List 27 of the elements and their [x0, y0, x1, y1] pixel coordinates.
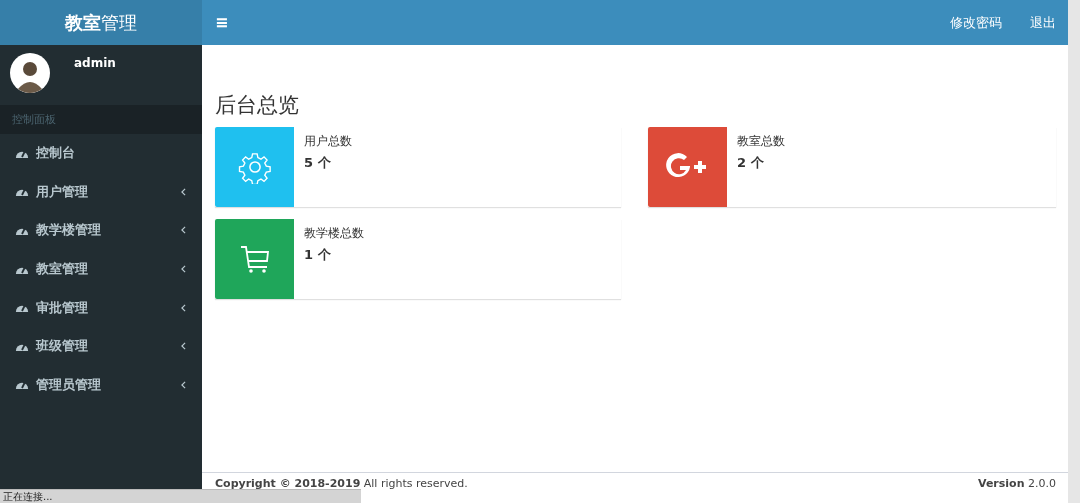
- sidebar-item[interactable]: 班级管理: [0, 326, 202, 366]
- card-value: 5 个: [304, 154, 331, 172]
- card-label: 教室总数: [737, 133, 785, 150]
- user-name: admin: [74, 56, 116, 70]
- card-value: 1 个: [304, 246, 331, 264]
- card-value: 2 个: [737, 154, 764, 172]
- nav-link[interactable]: 退出: [1030, 13, 1056, 32]
- sidebar-item[interactable]: 审批管理: [0, 288, 202, 327]
- cart-icon: [238, 243, 271, 275]
- menu-icon[interactable]: ≡: [215, 13, 229, 32]
- sidebar-item[interactable]: 控制台: [0, 134, 202, 173]
- version-text: Version 2.0.0: [978, 477, 1056, 490]
- browser-status: 正在连接...: [0, 489, 361, 503]
- sidebar-item[interactable]: 用户管理: [0, 172, 202, 212]
- sidebar-item[interactable]: 教室管理: [0, 249, 202, 289]
- sidebar-item[interactable]: 教学楼管理: [0, 211, 202, 250]
- page-title: 后台总览: [215, 92, 300, 119]
- nav-link[interactable]: 修改密码: [950, 13, 1002, 32]
- copyright-text: Copyright © 2018-2019 All rights reserved.: [215, 477, 468, 490]
- section-header: 控制面板: [0, 105, 202, 134]
- card-label: 教学楼总数: [304, 225, 364, 242]
- sidebar-item[interactable]: 管理员管理: [0, 365, 202, 405]
- app-logo[interactable]: 教室管理: [0, 0, 202, 45]
- gear-icon: [237, 150, 272, 184]
- avatar-icon: [10, 53, 50, 93]
- scrollbar[interactable]: [1068, 0, 1080, 503]
- card-label: 用户总数: [304, 133, 352, 150]
